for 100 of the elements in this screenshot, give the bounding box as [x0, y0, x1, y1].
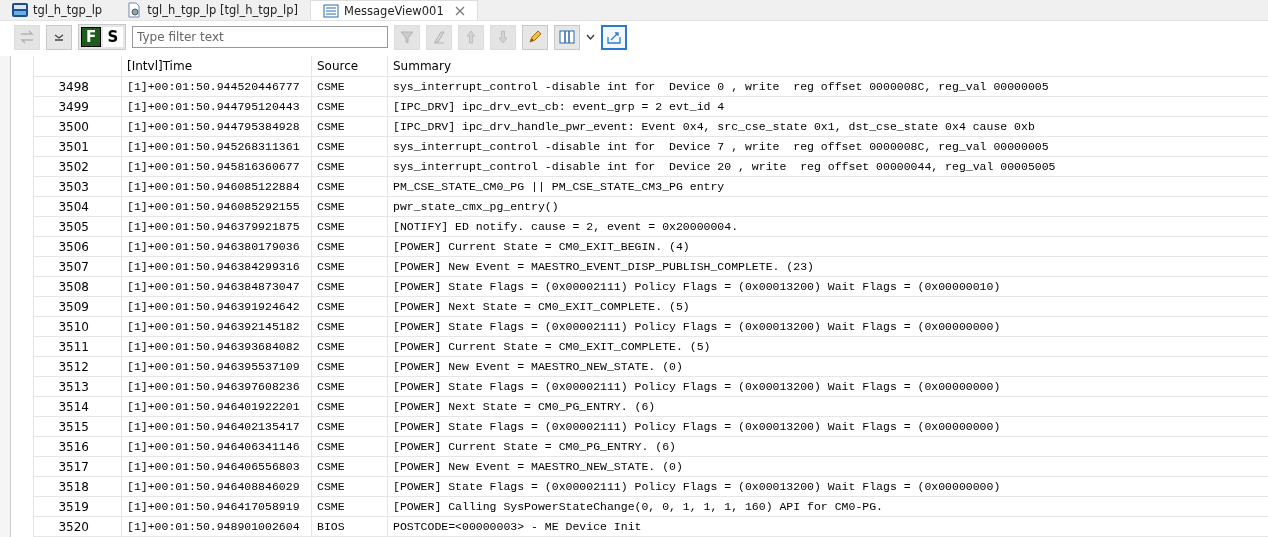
- summary-cell-text: [IPC_DRV] ipc_drv_evt_cb: event_grp = 2 evt_id 4: [392, 99, 726, 115]
- row-number: 3504: [34, 197, 122, 216]
- summary-cell-text: [POWER] State Flags = (0x00002111) Policy Flags = (0x00013200) Wait Flags = (0x00000000): [392, 319, 1002, 335]
- toggle-button[interactable]: F: [81, 27, 101, 47]
- summary-cell-text: [POWER] State Flags = (0x00002111) Policy Flags = (0x00013200) Wait Flags = (0x00000000): [392, 479, 1002, 495]
- tab[interactable]: tgl_h_tgp_lp [tgl_h_tgp_lp]: [114, 0, 311, 20]
- row-number: 3506: [34, 237, 122, 256]
- summary-cell-text: [POWER] State Flags = (0x00002111) Policy Flags = (0x00013200) Wait Flags = (0x00000010): [392, 279, 1002, 295]
- summary-cell-text: [POWER] Next State = CM0_PG_ENTRY. (6): [392, 399, 657, 415]
- filter-field[interactable]: Type filter text: [132, 26, 388, 48]
- export-icon: [606, 29, 622, 45]
- source-cell: CSME: [312, 377, 388, 396]
- source-cell: CSME: [312, 97, 388, 116]
- summary-cell-text: [POWER] State Flags = (0x00002111) Policy Flags = (0x00013200) Wait Flags = (0x00000000): [392, 379, 1002, 395]
- time-cell: [1]+00:01:50.946384299316: [122, 257, 312, 276]
- row-number: 3519: [34, 497, 122, 516]
- source-cell: CSME: [312, 157, 388, 176]
- time-cell: [1]+00:01:50.946408846029: [122, 477, 312, 496]
- time-cell: [1]+00:01:50.946406341146: [122, 437, 312, 456]
- summary-cell-text: [IPC_DRV] ipc_drv_handle_pwr_event: Event 0x4, src_cse_state 0x1, dst_cse_state 0x4 cause 0xb: [392, 119, 1036, 135]
- row-number: 3515: [34, 417, 122, 436]
- time-cell: [1]+00:01:50.944795120443: [122, 97, 312, 116]
- summary-cell-text: [POWER] New Event = MAESTRO_EVENT_DISP_PUBLISH_COMPLETE. (23): [392, 259, 815, 275]
- summary-cell-text: [POWER] Current State = CM0_EXIT_BEGIN. (4): [392, 239, 691, 255]
- source-cell: CSME: [312, 457, 388, 476]
- toggle-button[interactable]: S: [103, 27, 123, 47]
- funnel-icon: [399, 29, 415, 45]
- row-number: 3516: [34, 437, 122, 456]
- time-cell: [1]+00:01:50.946379921875: [122, 217, 312, 236]
- summary-cell-text: [POWER] Current State = CM0_EXIT_COMPLETE. (5): [392, 339, 712, 355]
- row-number: 3517: [34, 457, 122, 476]
- source-cell: CSME: [312, 237, 388, 256]
- time-cell: [1]+00:01:50.946085292155: [122, 197, 312, 216]
- toolbar-button[interactable]: [601, 24, 627, 50]
- row-number: 3512: [34, 357, 122, 376]
- row-number: 3499: [34, 97, 122, 116]
- time-cell: [1]+00:01:50.946392145182: [122, 317, 312, 336]
- time-cell: [1]+00:01:50.948901002604: [122, 517, 312, 536]
- row-number: 3509: [34, 297, 122, 316]
- row-number: 3501: [34, 137, 122, 156]
- toolbar-button[interactable]: [46, 24, 72, 50]
- time-cell: [1]+00:01:50.946397608236: [122, 377, 312, 396]
- row-number: 3514: [34, 397, 122, 416]
- list-icon: [323, 2, 340, 19]
- time-cell: [1]+00:01:50.946417058919: [122, 497, 312, 516]
- source-cell: CSME: [312, 77, 388, 96]
- time-cell: [1]+00:01:50.946401922201: [122, 397, 312, 416]
- row-number: 3511: [34, 337, 122, 356]
- row-number: 3510: [34, 317, 122, 336]
- row-number: 3518: [34, 477, 122, 496]
- time-cell: [1]+00:01:50.946395537109: [122, 357, 312, 376]
- time-cell: [1]+00:01:50.946402135417: [122, 417, 312, 436]
- summary-cell-text: PM_CSE_STATE_CM0_PG || PM_CSE_STATE_CM3_PG entry: [392, 179, 726, 195]
- tab[interactable]: tgl_h_tgp_lp: [0, 0, 115, 20]
- time-cell: [1]+00:01:50.945268311361: [122, 137, 312, 156]
- column-header[interactable]: Summary: [388, 56, 1268, 76]
- summary-cell-text: POSTCODE=<00000003> - ME Device Init: [392, 519, 643, 535]
- row-number: 3503: [34, 177, 122, 196]
- time-cell: [1]+00:01:50.944520446777: [122, 77, 312, 96]
- row-number: 3508: [34, 277, 122, 296]
- time-cell: [1]+00:01:50.946393684082: [122, 337, 312, 356]
- source-cell: CSME: [312, 277, 388, 296]
- time-cell: [1]+00:01:50.946406556803: [122, 457, 312, 476]
- pen-icon: [527, 29, 543, 45]
- toolbar-button[interactable]: [554, 24, 580, 50]
- row-number: 3500: [34, 117, 122, 136]
- source-cell: CSME: [312, 257, 388, 276]
- columns-icon: [559, 29, 575, 45]
- source-cell: CSME: [312, 217, 388, 236]
- summary-cell-text: [POWER] New Event = MAESTRO_NEW_STATE. (0): [392, 359, 684, 375]
- source-cell: CSME: [312, 197, 388, 216]
- document-gear-icon: [126, 2, 143, 18]
- toolbar-button[interactable]: [522, 24, 548, 50]
- summary-cell-text: [NOTIFY] ED notify. cause = 2, event = 0x20000004.: [392, 219, 740, 235]
- time-cell: [1]+00:01:50.946085122884: [122, 177, 312, 196]
- column-header[interactable]: [Intvl]Time: [122, 56, 312, 76]
- summary-cell-text: pwr_state_cmx_pg_entry(): [392, 199, 560, 215]
- source-cell: CSME: [312, 297, 388, 316]
- eraser-icon: [431, 29, 447, 45]
- source-cell: CSME: [312, 337, 388, 356]
- source-cell: CSME: [312, 177, 388, 196]
- summary-cell-text: sys_interrupt_control -disable int for Device 7 , write reg offset 0000008C, reg_val 00000005: [392, 139, 1050, 155]
- time-cell: [1]+00:01:50.946380179036: [122, 237, 312, 256]
- time-cell: [1]+00:01:50.946384873047: [122, 277, 312, 296]
- source-cell: CSME: [312, 417, 388, 436]
- time-cell: [1]+00:01:50.944795384928: [122, 117, 312, 136]
- summary-cell-text: sys_interrupt_control -disable int for Device 20 , write reg offset 00000044, reg_val 00005005: [392, 159, 1057, 175]
- summary-cell-text: [POWER] Next State = CM0_EXIT_COMPLETE. (5): [392, 299, 691, 315]
- source-cell: CSME: [312, 357, 388, 376]
- row-number: 3513: [34, 377, 122, 396]
- tab[interactable]: MessageView001: [310, 0, 478, 20]
- summary-cell-text: [POWER] Current State = CM0_PG_ENTRY. (6): [392, 439, 677, 455]
- row-number: 3498: [34, 77, 122, 96]
- row-number: 3507: [34, 257, 122, 276]
- source-cell: CSME: [312, 477, 388, 496]
- summary-cell-text: [POWER] State Flags = (0x00002111) Policy Flags = (0x00013200) Wait Flags = (0x00000000): [392, 419, 1002, 435]
- time-cell: [1]+00:01:50.945816360677: [122, 157, 312, 176]
- summary-cell-text: [POWER] Calling SysPowerStateChange(0, 0, 1, 1, 1, 160) API for CM0-PG.: [392, 499, 884, 515]
- column-header[interactable]: Source: [312, 56, 388, 76]
- row-number: 3520: [34, 517, 122, 536]
